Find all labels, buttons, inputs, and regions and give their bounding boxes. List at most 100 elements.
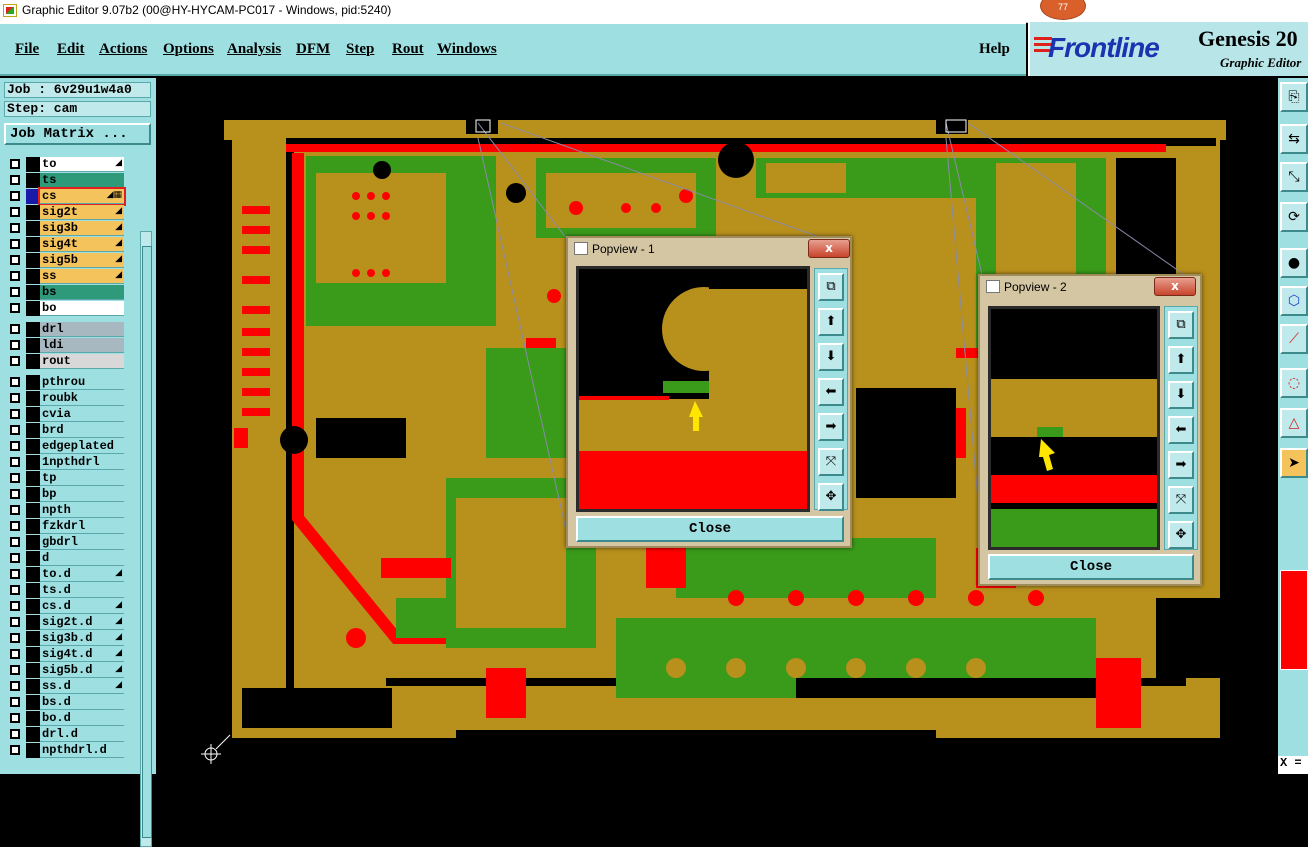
zoom-fit-icon[interactable]: ⧉ (818, 273, 844, 301)
layer-row[interactable]: sig3b ◢ (6, 221, 126, 236)
layer-swatch[interactable] (26, 551, 40, 566)
layer-row[interactable]: cs.d ◢ (6, 599, 126, 614)
layer-checkbox[interactable] (10, 505, 20, 515)
move-icon[interactable]: ⇆ (1280, 124, 1308, 154)
layer-row[interactable]: 1npthdrl (6, 455, 126, 470)
layer-checkbox[interactable] (10, 585, 20, 595)
layer-name[interactable]: sig3b (40, 221, 124, 236)
layer-name[interactable]: ts (40, 173, 124, 188)
menu-edit[interactable]: Edit (57, 41, 85, 58)
menu-file[interactable]: File (15, 41, 39, 58)
layer-name[interactable]: sig4t.d (40, 647, 124, 662)
layer-name[interactable]: sig5b (40, 253, 124, 268)
layer-row[interactable]: tp (6, 471, 126, 486)
layer-swatch[interactable] (26, 423, 40, 438)
layer-name[interactable]: bo (40, 301, 124, 316)
layer-name[interactable]: ts.d (40, 583, 124, 598)
layer-swatch[interactable] (26, 205, 40, 220)
layer-name[interactable]: cvia (40, 407, 124, 422)
layer-name[interactable]: 1npthdrl (40, 455, 124, 470)
color-swatch[interactable] (1280, 570, 1308, 670)
pad-icon[interactable]: ● (1280, 248, 1308, 278)
pan-right-icon[interactable]: ➡ (1168, 451, 1194, 479)
layer-row[interactable]: ts (6, 173, 126, 188)
layer-name[interactable]: sig3b.d (40, 631, 124, 646)
layer-swatch[interactable] (26, 695, 40, 710)
layer-swatch[interactable] (26, 519, 40, 534)
layer-checkbox[interactable] (10, 681, 20, 691)
layer-name[interactable]: rout (40, 354, 124, 369)
layer-swatch[interactable] (26, 471, 40, 486)
layer-name[interactable]: ldi (40, 338, 124, 353)
layer-swatch[interactable] (26, 173, 40, 188)
layer-row[interactable]: sig5b.d ◢ (6, 663, 126, 678)
triangle-icon[interactable]: △ (1280, 408, 1308, 438)
popview-1-close-button[interactable]: Close (576, 516, 844, 542)
layer-row[interactable]: npthdrl.d (6, 743, 126, 758)
layer-row[interactable]: sig5b ◢ (6, 253, 126, 268)
menu-dfm[interactable]: DFM (296, 41, 330, 58)
layer-checkbox[interactable] (10, 729, 20, 739)
layer-name[interactable]: tp (40, 471, 124, 486)
layer-row[interactable]: bs (6, 285, 126, 300)
popview-2-window[interactable]: Popview - 2 x ⧉ ⬆ ⬇ ⬅ ➡ ⤧ ✥ Close (978, 274, 1202, 586)
resize-icon[interactable]: ⤡ (1280, 162, 1308, 192)
zoom-in-icon[interactable]: ⤧ (818, 448, 844, 476)
layer-row[interactable]: cs ◢▦ (6, 187, 126, 206)
layer-checkbox[interactable] (10, 537, 20, 547)
pan-left-icon[interactable]: ⬅ (1168, 416, 1194, 444)
layer-checkbox[interactable] (10, 223, 20, 233)
layer-swatch[interactable] (26, 253, 40, 268)
layer-row[interactable]: to.d ◢ (6, 567, 126, 582)
layer-checkbox[interactable] (10, 409, 20, 419)
layer-swatch[interactable] (26, 269, 40, 284)
select-pointer-icon[interactable]: ➤ (1280, 448, 1308, 478)
layer-checkbox[interactable] (10, 159, 20, 169)
layer-name[interactable]: to (40, 157, 124, 172)
layer-swatch[interactable] (26, 322, 40, 337)
pan-left-icon[interactable]: ⬅ (818, 378, 844, 406)
menu-options[interactable]: Options (163, 41, 214, 58)
popview-1-window[interactable]: Popview - 1 x ⧉ ⬆ ⬇ ⬅ ➡ ⤧ ✥ Close (566, 236, 852, 548)
layer-row[interactable]: drl (6, 322, 126, 337)
layer-row[interactable]: fzkdrl (6, 519, 126, 534)
layer-swatch[interactable] (26, 599, 40, 614)
layer-name[interactable]: roubk (40, 391, 124, 406)
layer-checkbox[interactable] (10, 324, 20, 334)
layer-swatch[interactable] (26, 354, 40, 369)
pan-down-icon[interactable]: ⬇ (818, 343, 844, 371)
layer-name[interactable]: drl.d (40, 727, 124, 742)
popview-2-close-button[interactable]: Close (988, 554, 1194, 580)
layer-checkbox[interactable] (10, 553, 20, 563)
layer-swatch[interactable] (26, 285, 40, 300)
layer-row[interactable]: to ◢ (6, 157, 126, 172)
job-matrix-button[interactable]: Job Matrix ... (4, 123, 151, 145)
layer-row[interactable]: sig4t.d ◢ (6, 647, 126, 662)
layer-row[interactable]: gbdrl (6, 535, 126, 550)
layer-checkbox[interactable] (10, 425, 20, 435)
layer-name[interactable]: ss (40, 269, 124, 284)
layer-swatch[interactable] (26, 631, 40, 646)
layer-name[interactable]: bp (40, 487, 124, 502)
layer-checkbox[interactable] (10, 457, 20, 467)
layer-checkbox[interactable] (10, 617, 20, 627)
layer-name[interactable]: gbdrl (40, 535, 124, 550)
layer-row[interactable]: npth (6, 503, 126, 518)
layer-swatch[interactable] (26, 487, 40, 502)
menu-step[interactable]: Step (346, 41, 374, 58)
zoom-out-icon[interactable]: ✥ (818, 483, 844, 511)
layer-row[interactable]: sig3b.d ◢ (6, 631, 126, 646)
zoom-fit-icon[interactable]: ⧉ (1168, 311, 1194, 339)
layer-checkbox[interactable] (10, 697, 20, 707)
layer-checkbox[interactable] (10, 207, 20, 217)
layer-row[interactable]: cvia (6, 407, 126, 422)
layer-name[interactable]: cs.d (40, 599, 124, 614)
layer-name[interactable]: sig2t (40, 205, 124, 220)
transform-icon[interactable]: ⟳ (1280, 202, 1308, 232)
layer-name[interactable]: fzkdrl (40, 519, 124, 534)
layer-checkbox[interactable] (10, 175, 20, 185)
popview-2-close-x-button[interactable]: x (1154, 277, 1196, 296)
scroll-thumb[interactable] (142, 246, 152, 838)
layer-name[interactable]: sig5b.d (40, 663, 124, 678)
layer-checkbox[interactable] (10, 569, 20, 579)
